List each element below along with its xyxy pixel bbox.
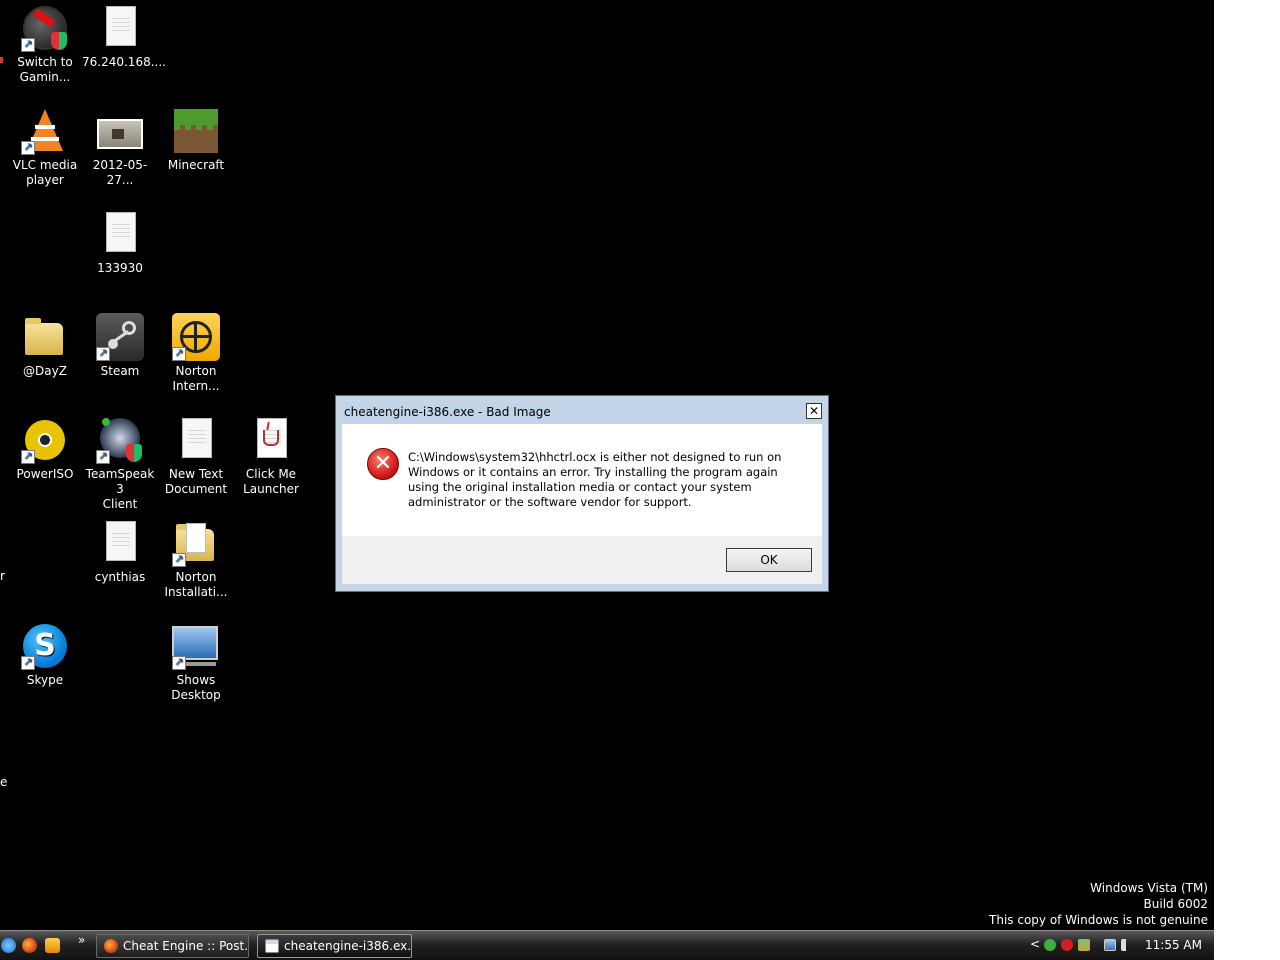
system-tray: < 11:55 AM	[1024, 931, 1214, 960]
icon-label: 76.240.168....	[82, 55, 166, 69]
skype-icon: S	[21, 622, 69, 670]
error-icon: ✕	[367, 448, 399, 480]
poweriso-icon	[21, 416, 69, 464]
desktop-icon-switch-gaming[interactable]: Switch to Gamin...	[7, 0, 83, 85]
edge-fragment-dot	[0, 57, 3, 63]
vlc-icon	[21, 107, 69, 155]
firefox-icon	[104, 939, 118, 953]
icon-label: PowerISO	[16, 467, 74, 481]
watermark-os: Windows Vista (TM)	[1090, 881, 1208, 895]
icon-label: Norton Installati...	[164, 570, 228, 599]
volume-icon[interactable]	[1121, 939, 1133, 951]
icon-label: New Text Document	[164, 467, 228, 496]
dialog-body: ✕ C:\Windows\system32\hhctrl.ocx is eith…	[342, 424, 822, 536]
icon-label: Switch to Gamin...	[17, 55, 73, 84]
desktop-icon-minecraft[interactable]: Minecraft	[158, 103, 234, 173]
icon-label: Skype	[26, 673, 64, 687]
taskbar: » Cheat Engine :: Post... cheatengine-i3…	[0, 930, 1214, 960]
text-file-icon	[96, 519, 144, 567]
icon-label: Minecraft	[167, 158, 225, 172]
edge-fragment-1: r	[0, 569, 5, 583]
desktop-icon-2012-05-27[interactable]: 2012-05-27...	[82, 103, 158, 188]
folder-icon	[21, 313, 69, 361]
minecraft-icon	[172, 107, 220, 155]
icon-label: cynthias	[94, 570, 146, 584]
icon-label: VLC media player	[12, 158, 78, 187]
error-dialog: cheatengine-i386.exe - Bad Image ✕ ✕ C:\…	[335, 395, 829, 592]
firefox-icon[interactable]	[22, 938, 37, 953]
text-file-icon	[96, 4, 144, 52]
network-app-icon[interactable]	[1078, 939, 1090, 951]
desktop-icon-steam[interactable]: Steam	[82, 309, 158, 379]
text-file-icon	[96, 210, 144, 258]
watermark-build: Build 6002	[1143, 897, 1208, 911]
norton-icon[interactable]	[1044, 939, 1056, 951]
desktop-icon-new-text-document[interactable]: New Text Document	[158, 412, 234, 497]
window-icon	[265, 939, 279, 953]
gaming-mode-icon	[21, 4, 69, 52]
tray-expand-button[interactable]: <	[1030, 937, 1040, 951]
show-desktop-icon	[172, 622, 220, 670]
desktop-icon-skype[interactable]: S Skype	[7, 618, 83, 688]
media-player-icon[interactable]	[45, 938, 60, 953]
desktop-icon-vlc[interactable]: VLC media player	[7, 103, 83, 188]
clock[interactable]: 11:55 AM	[1145, 931, 1202, 960]
taskbar-button-label: cheatengine-i386.ex...	[284, 939, 412, 953]
watermark-notice: This copy of Windows is not genuine	[989, 913, 1208, 927]
icon-label: Shows Desktop	[171, 673, 221, 702]
network-icon[interactable]	[1104, 939, 1116, 951]
icon-label: @DayZ	[23, 364, 67, 378]
desktop: r e Switch to Gamin... 76.240.168.... VL…	[0, 0, 1214, 930]
quick-launch-overflow[interactable]: »	[78, 933, 85, 947]
dialog-titlebar[interactable]: cheatengine-i386.exe - Bad Image ✕	[342, 402, 822, 422]
folder-icon	[172, 519, 220, 567]
dialog-message: C:\Windows\system32\hhctrl.ocx is either…	[408, 450, 782, 509]
error-tray-icon[interactable]	[1061, 939, 1073, 951]
text-file-icon	[172, 416, 220, 464]
desktop-icon-shows-desktop[interactable]: Shows Desktop	[158, 618, 234, 703]
taskbar-button-label: Cheat Engine :: Post...	[123, 939, 249, 953]
taskbar-button-cheatengine-exe[interactable]: cheatengine-i386.ex...	[257, 934, 412, 958]
desktop-icon-poweriso[interactable]: PowerISO	[7, 412, 83, 482]
desktop-icon-dayz[interactable]: @DayZ	[7, 309, 83, 379]
desktop-icon-click-me-launcher[interactable]: Click Me Launcher	[233, 412, 309, 497]
dialog-footer: OK	[342, 536, 822, 584]
taskbar-button-cheat-engine-post[interactable]: Cheat Engine :: Post...	[96, 934, 249, 958]
desktop-icon-norton-internet[interactable]: Norton Intern...	[158, 309, 234, 394]
steam-icon	[96, 313, 144, 361]
ie-icon[interactable]	[1, 938, 16, 953]
icon-label: 2012-05-27...	[92, 158, 148, 187]
norton-internet-icon	[172, 313, 220, 361]
image-file-icon	[96, 107, 144, 155]
genuine-watermark: Windows Vista (TM) Build 6002 This copy …	[989, 880, 1208, 928]
dialog-title: cheatengine-i386.exe - Bad Image	[344, 405, 551, 419]
desktop-icon-cynthias[interactable]: cynthias	[82, 515, 158, 585]
edge-fragment-2: e	[0, 775, 8, 789]
desktop-icon-teamspeak[interactable]: TeamSpeak 3 Client	[82, 412, 158, 512]
icon-label: 133930	[97, 261, 143, 275]
icon-label: TeamSpeak 3 Client	[85, 467, 155, 511]
icon-label: Steam	[100, 364, 140, 378]
icon-label: Norton Intern...	[172, 364, 220, 393]
java-file-icon	[247, 416, 295, 464]
teamspeak-icon	[96, 416, 144, 464]
ok-button[interactable]: OK	[726, 548, 812, 572]
close-button[interactable]: ✕	[806, 403, 822, 419]
desktop-icon-norton-installation[interactable]: Norton Installati...	[158, 515, 234, 600]
desktop-icon-76-240-168[interactable]: 76.240.168....	[82, 0, 166, 70]
icon-label: Click Me Launcher	[243, 467, 299, 496]
close-icon: ✕	[808, 404, 820, 418]
desktop-icon-133930[interactable]: 133930	[82, 206, 158, 276]
